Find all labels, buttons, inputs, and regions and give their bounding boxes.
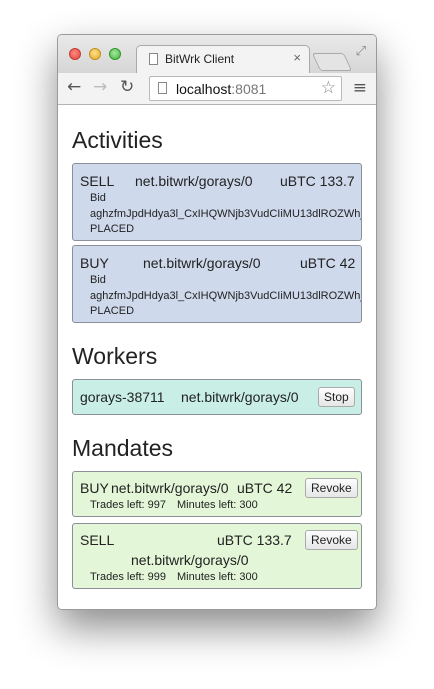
activity-price: uBTC 133.7 — [280, 173, 355, 189]
browser-toolbar: ← → ↻ localhost:8081 ☆ ≡ — [58, 73, 376, 105]
page-icon — [149, 53, 158, 65]
worker-article: net.bitwrk/gorays/0 — [181, 389, 299, 405]
activities-heading: Activities — [72, 127, 163, 153]
address-bar[interactable]: localhost:8081 ☆ — [149, 76, 342, 101]
mandate-price: uBTC 133.7 — [217, 532, 292, 548]
activity-item: BUY net.bitwrk/gorays/0 uBTC 42 Bid aghz… — [72, 245, 362, 323]
fullscreen-icon[interactable]: ⤢ — [356, 43, 366, 59]
star-icon[interactable]: ☆ — [321, 78, 336, 98]
page-content: Activities SELL net.bitwrk/gorays/0 uBTC… — [58, 105, 376, 609]
mandate-type: SELL — [80, 532, 115, 548]
activity-state: PLACED — [90, 223, 135, 235]
close-window-button[interactable] — [69, 48, 81, 60]
minimize-window-button[interactable] — [89, 48, 101, 60]
url-host: localhost — [176, 81, 232, 97]
activity-type: SELL — [80, 173, 115, 189]
mandate-article: net.bitwrk/gorays/0 — [131, 552, 249, 568]
stop-button[interactable]: Stop — [318, 387, 355, 407]
activity-price: uBTC 42 — [300, 255, 356, 271]
hamburger-menu-icon[interactable]: ≡ — [353, 78, 367, 98]
workers-heading: Workers — [72, 343, 158, 369]
url-text: localhost:8081 — [176, 81, 266, 97]
worker-item: gorays-38711 net.bitwrk/gorays/0 Stop — [72, 379, 362, 415]
browser-tab[interactable]: BitWrk Client × — [136, 45, 310, 73]
activity-kind: Bid — [90, 192, 106, 204]
mandate-minutes-left: Minutes left: 300 — [177, 499, 258, 511]
revoke-button[interactable]: Revoke — [305, 478, 358, 498]
activity-state: PLACED — [90, 305, 135, 317]
mandate-type: BUY — [80, 480, 109, 496]
activity-id: aghzfmJpdHdya3l_CxIHQWNjb3VudCIiMU13dlRO… — [90, 290, 362, 302]
arrow-left-icon[interactable]: ← — [67, 77, 81, 97]
mandate-article: net.bitwrk/gorays/0 — [111, 480, 229, 496]
mandate-item: BUY net.bitwrk/gorays/0 uBTC 42 Trades l… — [72, 471, 362, 517]
mandates-heading: Mandates — [72, 435, 174, 461]
activity-item: SELL net.bitwrk/gorays/0 uBTC 133.7 Bid … — [72, 163, 362, 241]
browser-window: BitWrk Client × ⤢ ← → ↻ localhost:8081 ☆… — [57, 34, 377, 610]
tab-title: BitWrk Client — [165, 52, 235, 66]
mandate-trades-left: Trades left: 997 — [90, 499, 167, 511]
mandate-price: uBTC 42 — [237, 480, 293, 496]
activity-type: BUY — [80, 255, 109, 271]
mandate-minutes-left: Minutes left: 300 — [177, 571, 258, 583]
activity-article: net.bitwrk/gorays/0 — [135, 173, 253, 189]
new-tab-button[interactable] — [311, 53, 353, 71]
page-icon — [158, 82, 167, 94]
mandate-trades-left: Trades left: 999 — [90, 571, 167, 583]
revoke-button[interactable]: Revoke — [305, 530, 358, 550]
url-port: :8081 — [231, 81, 267, 97]
reload-icon[interactable]: ↻ — [120, 77, 134, 97]
worker-name: gorays-38711 — [80, 389, 165, 405]
tab-close-icon[interactable]: × — [293, 50, 301, 65]
mandate-item: SELL net.bitwrk/gorays/0 uBTC 133.7 Trad… — [72, 523, 362, 589]
zoom-window-button[interactable] — [109, 48, 121, 60]
title-bar: BitWrk Client × ⤢ — [58, 35, 376, 73]
activity-article: net.bitwrk/gorays/0 — [143, 255, 261, 271]
activity-id: aghzfmJpdHdya3l_CxIHQWNjb3VudCIiMU13dlRO… — [90, 208, 362, 220]
activity-kind: Bid — [90, 274, 106, 286]
arrow-right-icon[interactable]: → — [93, 77, 107, 97]
